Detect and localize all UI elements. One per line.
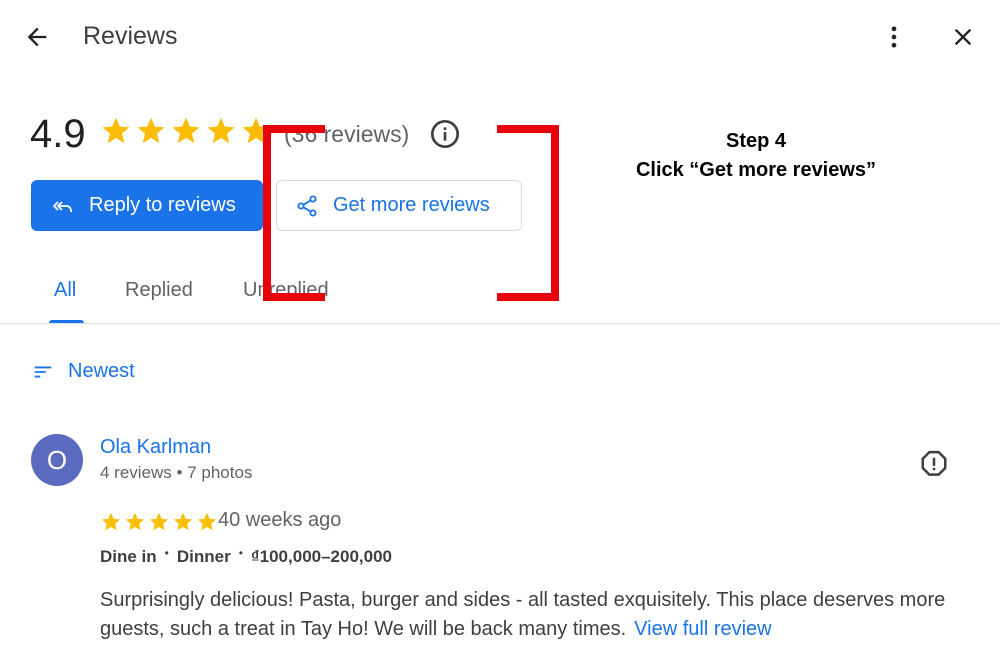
star-icon — [101, 512, 121, 531]
info-icon — [431, 120, 459, 148]
tag-meal: Dinner — [176, 547, 231, 566]
annotation-instruction: Click “Get more reviews” — [635, 159, 877, 181]
star-icon — [172, 117, 200, 143]
tab-replied[interactable]: Replied — [125, 276, 193, 304]
rating-stars — [100, 115, 272, 147]
divider — [0, 323, 1000, 324]
reply-all-icon — [53, 200, 72, 212]
tag-separator: • — [164, 546, 169, 560]
report-review-button[interactable] — [916, 446, 952, 482]
review-body: Surprisingly delicious! Pasta, burger an… — [100, 586, 960, 644]
reply-to-reviews-label: Reply to reviews — [89, 194, 236, 216]
rating-value: 4.9 — [30, 112, 86, 156]
get-more-reviews-label: Get more reviews — [333, 194, 490, 216]
report-icon — [921, 450, 947, 476]
star-icon — [125, 512, 145, 531]
close-button[interactable] — [944, 18, 982, 56]
reply-to-reviews-button[interactable]: Reply to reviews — [31, 180, 263, 231]
reviewer-meta: 4 reviews • 7 photos — [100, 463, 253, 482]
info-button[interactable] — [428, 117, 462, 151]
tag-separator: • — [238, 546, 243, 560]
star-icon — [173, 512, 193, 531]
review-time: 40 weeks ago — [218, 509, 342, 531]
annotation-step: Step 4 — [725, 130, 787, 152]
page-title: Reviews — [83, 22, 178, 50]
star-icon — [197, 512, 217, 531]
sort-label: Newest — [68, 360, 135, 382]
annotation-bracket-left — [263, 125, 325, 301]
sort-button[interactable]: Newest — [32, 360, 135, 383]
annotation-text: Step 4 Click “Get more reviews” — [600, 127, 912, 185]
sort-icon — [34, 366, 52, 377]
back-button[interactable] — [18, 18, 56, 56]
star-icon — [207, 117, 235, 143]
tab-all[interactable]: All — [54, 276, 76, 304]
tag-price: ₫100,000–200,000 — [250, 547, 393, 566]
close-icon — [954, 28, 972, 46]
reviewer-name[interactable]: Ola Karlman — [100, 436, 211, 459]
tag-service: Dine in — [100, 547, 157, 566]
star-icon — [102, 117, 130, 143]
more-vert-icon — [891, 26, 897, 48]
review-tags: Dine in • Dinner • ₫100,000–200,000 — [100, 546, 393, 567]
more-options-button[interactable] — [876, 18, 912, 56]
view-full-review-link[interactable]: View full review — [634, 618, 771, 640]
annotation-bracket-right — [497, 125, 559, 301]
avatar[interactable]: O — [31, 434, 83, 486]
review-text: Surprisingly delicious! Pasta, burger an… — [100, 589, 946, 640]
star-icon — [137, 117, 165, 143]
star-icon — [149, 512, 169, 531]
review-stars — [100, 511, 218, 533]
arrow-back-icon — [27, 27, 47, 47]
